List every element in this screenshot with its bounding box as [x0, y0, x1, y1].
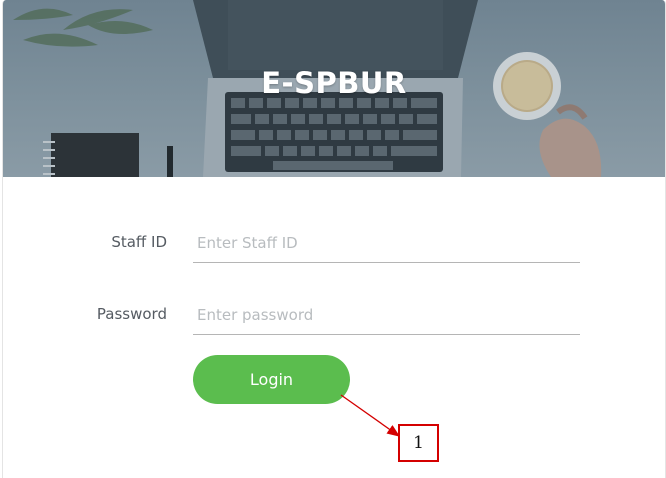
callout-arrow — [340, 394, 401, 437]
callout-marker: 1 — [398, 424, 439, 462]
